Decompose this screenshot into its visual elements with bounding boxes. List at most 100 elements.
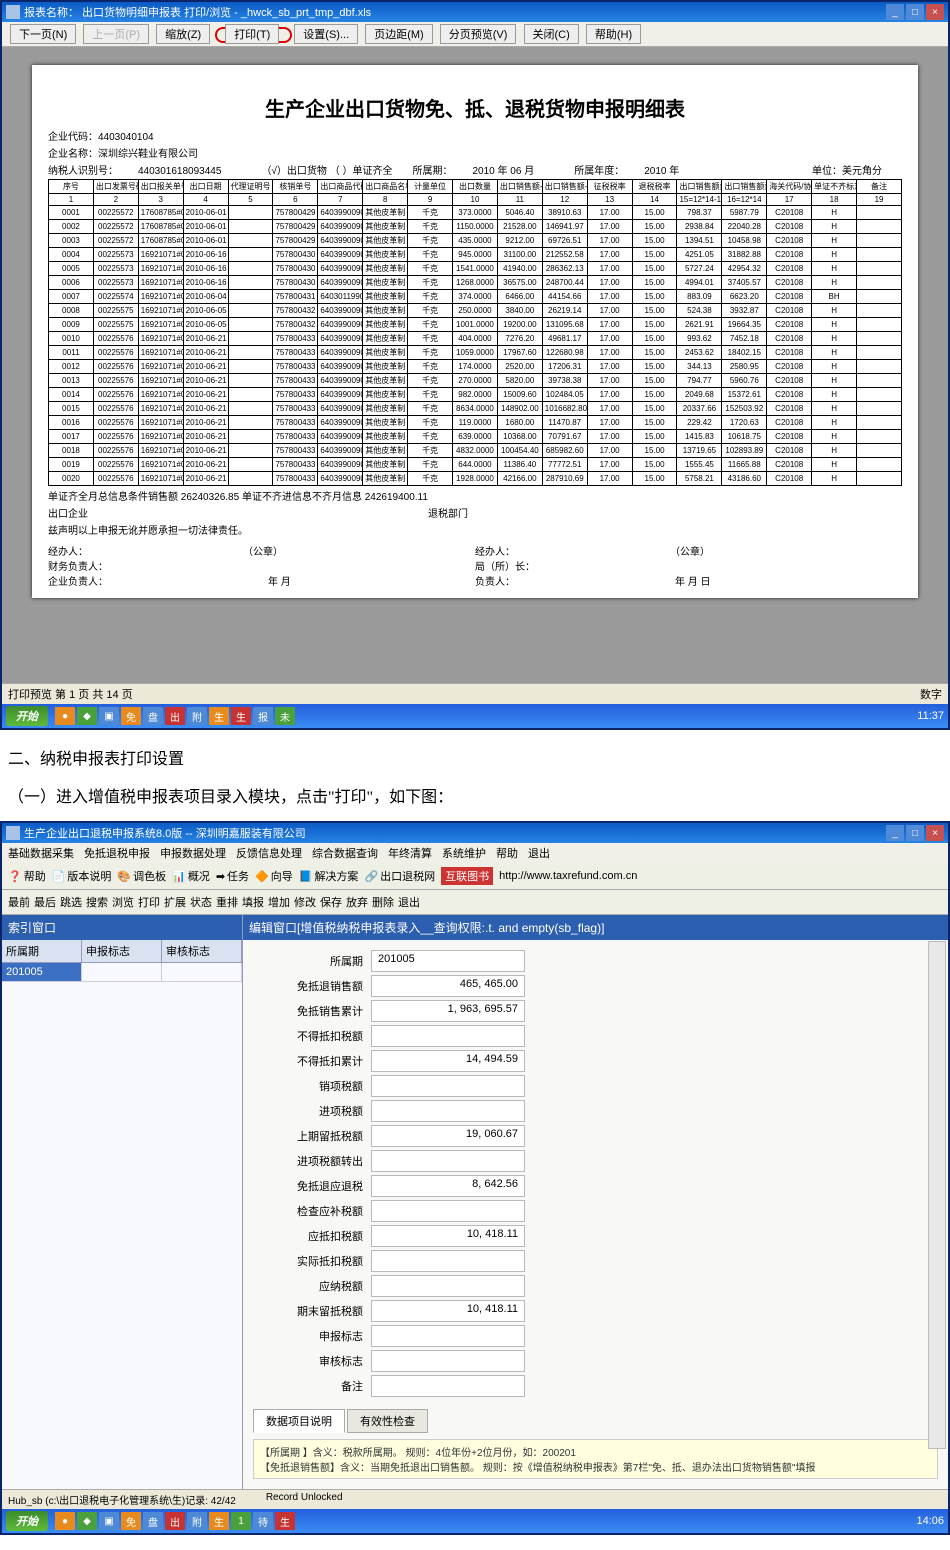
setup-button[interactable]: 设置(S)... (294, 24, 358, 44)
toolbar-btn-放弃[interactable]: 放弃 (346, 894, 368, 910)
field-value[interactable]: 465, 465.00 (371, 975, 525, 997)
field-value[interactable] (371, 1250, 525, 1272)
task-button[interactable]: 生 (209, 1512, 229, 1530)
section-paragraph: （一）进入增值税申报表项目录入模块，点击"打印"，如下图： (8, 783, 942, 807)
tab[interactable]: 有效性检查 (347, 1409, 428, 1433)
menu-item[interactable]: 帮助 (496, 848, 518, 860)
field-value[interactable] (371, 1350, 525, 1372)
help-button[interactable]: 帮助(H) (586, 24, 641, 44)
task-button[interactable]: 生 (231, 707, 251, 725)
field-value[interactable]: 10, 418.11 (371, 1300, 525, 1322)
tray-icon[interactable]: ▣ (99, 1512, 119, 1530)
task-button[interactable]: 出 (165, 707, 185, 725)
task-button[interactable]: 附 (187, 1512, 207, 1530)
toolbar-btn-打印[interactable]: 打印 (138, 894, 160, 910)
maximize-button[interactable]: □ (906, 4, 924, 20)
maximize-button[interactable]: □ (906, 825, 924, 841)
print-button-highlight: 打印(T) (215, 27, 292, 43)
pagebreak-button[interactable]: 分页预览(V) (440, 24, 517, 44)
close-button[interactable]: × (926, 825, 944, 841)
toolbar-btn-扩展[interactable]: 扩展 (164, 894, 186, 910)
toolbar-btn-跳选[interactable]: 跳选 (60, 894, 82, 910)
task-button[interactable]: 附 (187, 707, 207, 725)
start-button[interactable]: 开始 (6, 706, 48, 726)
field-value[interactable] (371, 1200, 525, 1222)
task-button[interactable]: 盘 (143, 1512, 163, 1530)
field-value[interactable] (371, 1075, 525, 1097)
field-value[interactable] (371, 1025, 525, 1047)
field-label: 所属期 (253, 953, 371, 969)
field-value[interactable]: 19, 060.67 (371, 1125, 525, 1147)
table-row: 00040022557316921071#0012010-06-16757800… (49, 248, 902, 262)
summary-btn[interactable]: 📊概况 (172, 868, 210, 884)
field-value[interactable]: 8, 642.56 (371, 1175, 525, 1197)
taxnet-btn[interactable]: 🔗出口退税网 (364, 868, 435, 884)
minimize-button[interactable]: _ (886, 825, 904, 841)
guide-btn[interactable]: 🔶向导 (255, 868, 293, 884)
field-value[interactable] (371, 1275, 525, 1297)
toolbar-btn-填报[interactable]: 填报 (242, 894, 264, 910)
menu-item[interactable]: 基础数据采集 (8, 848, 74, 860)
task-button[interactable]: 免 (121, 1512, 141, 1530)
tray-icon[interactable]: ◆ (77, 707, 97, 725)
field-value[interactable] (371, 1100, 525, 1122)
field-value[interactable] (371, 1375, 525, 1397)
menu-item[interactable]: 免抵退税申报 (84, 848, 150, 860)
margin-button[interactable]: 页边距(M) (365, 24, 433, 44)
toolbar-btn-状态[interactable]: 状态 (190, 894, 212, 910)
tray-icon[interactable]: ◆ (77, 1512, 97, 1530)
field-value[interactable]: 14, 494.59 (371, 1050, 525, 1072)
window-title: 报表名称： 出口货物明细申报表 打印/浏览 - _hwck_sb_prt_tmp… (24, 4, 371, 20)
toolbar-btn-保存[interactable]: 保存 (320, 894, 342, 910)
field-value[interactable]: 1, 963, 695.57 (371, 1000, 525, 1022)
next-page-button[interactable]: 下一页(N) (10, 24, 76, 44)
print-button[interactable]: 打印(T) (225, 24, 279, 44)
task-button[interactable]: 出 (165, 1512, 185, 1530)
toolbar-btn-最前[interactable]: 最前 (8, 894, 30, 910)
tray-icon[interactable]: ● (55, 1512, 75, 1530)
task-button[interactable]: 1 (231, 1512, 251, 1530)
field-value[interactable]: 10, 418.11 (371, 1225, 525, 1247)
version-btn[interactable]: 📄版本说明 (52, 868, 112, 884)
menu-item[interactable]: 年终清算 (388, 848, 432, 860)
task-button[interactable]: 生 (275, 1512, 295, 1530)
solution-btn[interactable]: 📘解决方案 (299, 868, 359, 884)
toolbar-btn-搜索[interactable]: 搜索 (86, 894, 108, 910)
scrollbar[interactable] (928, 941, 946, 1449)
menu-item[interactable]: 退出 (528, 848, 550, 860)
field-value[interactable]: 201005 (371, 950, 525, 972)
task-button[interactable]: 盘 (143, 707, 163, 725)
toolbar-btn-增加[interactable]: 增加 (268, 894, 290, 910)
close-preview-button[interactable]: 关闭(C) (524, 24, 579, 44)
menu-item[interactable]: 综合数据查询 (312, 848, 378, 860)
field-value[interactable] (371, 1150, 525, 1172)
toolbar-btn-最后[interactable]: 最后 (34, 894, 56, 910)
minimize-button[interactable]: _ (886, 4, 904, 20)
menu-item[interactable]: 申报数据处理 (160, 848, 226, 860)
lib-btn[interactable]: 互联图书 (441, 867, 493, 885)
grid-row[interactable]: 201005 (2, 963, 242, 982)
zoom-button[interactable]: 缩放(Z) (156, 24, 210, 44)
menu-item[interactable]: 反馈信息处理 (236, 848, 302, 860)
toolbar-btn-删除[interactable]: 删除 (372, 894, 394, 910)
menu-item[interactable]: 系统维护 (442, 848, 486, 860)
task-btn[interactable]: ➡任务 (216, 868, 249, 884)
tabs: 数据项目说明有效性检查 (253, 1409, 938, 1433)
toolbar-btn-修改[interactable]: 修改 (294, 894, 316, 910)
task-button[interactable]: 未 (275, 707, 295, 725)
toolbar-btn-重排[interactable]: 重排 (216, 894, 238, 910)
task-button[interactable]: 生 (209, 707, 229, 725)
task-button[interactable]: 待 (253, 1512, 273, 1530)
close-button[interactable]: × (926, 4, 944, 20)
toolbar-btn-退出[interactable]: 退出 (398, 894, 420, 910)
field-label: 应抵扣税额 (253, 1228, 371, 1244)
start-button[interactable]: 开始 (6, 1511, 48, 1531)
tab[interactable]: 数据项目说明 (253, 1409, 345, 1433)
toolbar-btn-浏览[interactable]: 浏览 (112, 894, 134, 910)
task-button[interactable]: 免 (121, 707, 141, 725)
task-button[interactable]: 报 (253, 707, 273, 725)
tray-icon[interactable]: ● (55, 707, 75, 725)
help-btn[interactable]: ❓帮助 (8, 868, 46, 884)
palette-btn[interactable]: 🎨调色板 (117, 868, 166, 884)
tray-icon[interactable]: ▣ (99, 707, 119, 725)
